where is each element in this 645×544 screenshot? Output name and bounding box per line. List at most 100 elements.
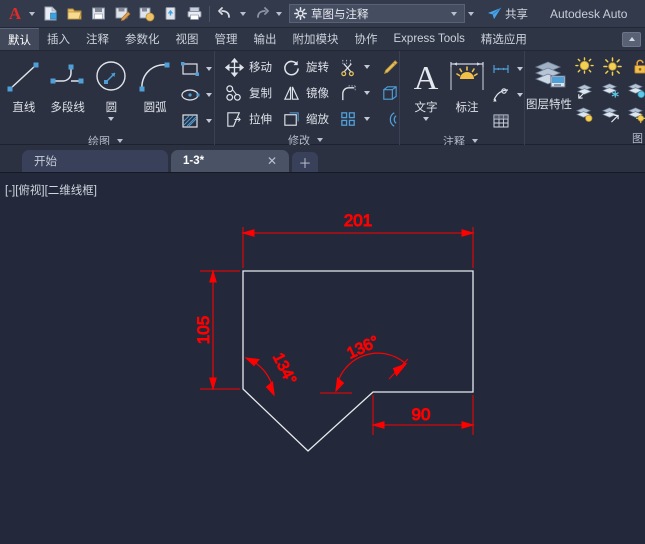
workspace-chevron-down-icon[interactable] [451, 11, 457, 16]
tab-manage[interactable]: 管理 [207, 28, 246, 50]
save-icon[interactable] [87, 3, 109, 25]
redo-chevron-down-icon[interactable] [276, 11, 282, 16]
panel-draw-chevron-down-icon[interactable] [117, 138, 123, 143]
layer-match-icon[interactable] [623, 102, 645, 126]
tool-ellipse[interactable] [177, 82, 212, 107]
drawing-canvas[interactable]: [-][俯视][二维线框] 201 105 90 134° 136° [0, 173, 645, 544]
tool-rectangle[interactable] [177, 56, 212, 81]
plot-icon[interactable] [183, 3, 205, 25]
undo-icon[interactable] [214, 3, 236, 25]
layer-isolate-icon[interactable] [571, 78, 597, 102]
rotate-icon [278, 55, 304, 79]
tool-array-chevron-down-icon[interactable] [364, 117, 370, 121]
panel-draw: 直线 多段线 圆 圆弧 绘图 [0, 51, 215, 148]
tool-fillet[interactable] [335, 81, 370, 106]
qat-overflow-chevron-icon[interactable] [468, 11, 474, 16]
tool-trim[interactable] [335, 55, 370, 80]
save-as-icon[interactable] [111, 3, 133, 25]
layer-freeze-icon[interactable] [599, 54, 625, 78]
tool-rectangle-chevron-down-icon[interactable] [206, 66, 212, 71]
panel-layers-title-row[interactable]: 图 [525, 130, 645, 145]
tool-fillet-chevron-down-icon[interactable] [364, 91, 370, 95]
tool-offset[interactable] [376, 107, 402, 132]
width-dimension[interactable]: 201 [241, 211, 475, 268]
move-icon [221, 55, 247, 79]
tool-mirror[interactable]: 镜像 [278, 81, 329, 106]
angle-dimension-left[interactable]: 134° [244, 350, 300, 397]
tool-linear-dimension-chevron-down-icon[interactable] [517, 66, 523, 71]
panel-annotation-chevron-down-icon[interactable] [472, 138, 478, 143]
new-file-icon[interactable] [39, 3, 61, 25]
stretch-icon [221, 107, 247, 131]
share-button[interactable]: 共享 [487, 6, 528, 22]
panel-modify-chevron-down-icon[interactable] [317, 137, 323, 142]
tool-hatch[interactable] [177, 108, 212, 133]
tool-line[interactable]: 直线 [2, 54, 46, 115]
close-icon[interactable]: ✕ [267, 154, 277, 168]
tool-stretch[interactable]: 拉伸 [221, 107, 272, 132]
tool-ellipse-chevron-down-icon[interactable] [206, 92, 212, 97]
tool-erase[interactable] [376, 55, 402, 80]
layer-off-icon[interactable] [623, 78, 645, 102]
tool-circle-chevron-down-icon[interactable] [108, 117, 115, 121]
cloud-sync-icon[interactable] [159, 3, 181, 25]
tool-circle[interactable]: 圆 [90, 54, 134, 121]
explode-icon [376, 81, 402, 105]
tool-rotate[interactable]: 旋转 [278, 55, 329, 80]
tool-array[interactable] [335, 107, 370, 132]
file-tab-document[interactable]: 1-3* ✕ [171, 150, 289, 172]
tool-explode[interactable] [376, 81, 402, 106]
layer-properties-icon [530, 56, 568, 98]
tool-linear-dimension[interactable] [488, 56, 523, 81]
tab-featured-apps[interactable]: 精选应用 [473, 28, 535, 50]
tab-express-tools[interactable]: Express Tools [386, 28, 473, 50]
tool-trim-chevron-down-icon[interactable] [364, 65, 370, 69]
tab-addins[interactable]: 附加模块 [285, 28, 347, 50]
autocad-logo-icon[interactable]: A [4, 3, 26, 25]
open-file-icon[interactable] [63, 3, 85, 25]
tool-arc[interactable]: 圆弧 [133, 54, 177, 115]
tool-move-label: 移动 [249, 62, 272, 74]
minimize-ribbon-button[interactable] [622, 31, 641, 47]
layer-freeze-obj-icon[interactable] [597, 78, 623, 102]
tool-polyline[interactable]: 多段线 [46, 54, 90, 115]
layer-on-icon[interactable] [571, 54, 597, 78]
tool-leader[interactable] [488, 82, 523, 107]
tool-copy[interactable]: 复制 [221, 81, 272, 106]
tab-parametric[interactable]: 参数化 [117, 28, 168, 50]
tool-copy-label: 复制 [249, 88, 272, 100]
file-tab-start[interactable]: 开始 [22, 150, 168, 172]
layer-change-icon[interactable] [597, 102, 623, 126]
tool-leader-chevron-down-icon[interactable] [517, 92, 523, 97]
redo-icon[interactable] [250, 3, 272, 25]
tool-text-chevron-down-icon[interactable] [423, 117, 429, 121]
height-dimension[interactable]: 105 [194, 269, 240, 391]
tab-collaborate[interactable]: 协作 [347, 28, 386, 50]
modify-row-1: 移动 旋转 [221, 54, 402, 80]
erase-icon [376, 55, 402, 79]
tool-move[interactable]: 移动 [221, 55, 272, 80]
app-menu-chevron-down-icon[interactable] [29, 11, 35, 16]
tab-annotate[interactable]: 注释 [78, 28, 117, 50]
tool-polyline-label: 多段线 [50, 102, 85, 114]
tool-text-label: 文字 [414, 102, 438, 114]
tool-table[interactable] [488, 108, 523, 133]
export-icon[interactable] [135, 3, 157, 25]
layer-lock-icon[interactable] [627, 54, 645, 78]
tool-text[interactable]: A 文字 [406, 54, 446, 121]
workspace-switcher[interactable]: 草图与注释 [289, 4, 465, 23]
tool-dimension[interactable]: 标注 [446, 54, 488, 115]
undo-chevron-down-icon[interactable] [240, 11, 246, 16]
tab-view[interactable]: 视图 [168, 28, 207, 50]
new-tab-plus-icon[interactable]: ＋ [292, 152, 318, 172]
tool-hatch-chevron-down-icon[interactable] [206, 118, 212, 123]
angle-dimension-left-text: 134° [269, 350, 299, 387]
tab-output[interactable]: 输出 [246, 28, 285, 50]
bottom-dimension[interactable]: 90 [371, 395, 475, 435]
tab-insert[interactable]: 插入 [39, 28, 78, 50]
angle-dimension-right[interactable]: 136° [320, 333, 409, 394]
layer-turn-on-icon[interactable] [571, 102, 597, 126]
tool-layer-properties[interactable]: 图层特性 [526, 54, 572, 111]
tool-scale[interactable]: 缩放 [278, 107, 329, 132]
tab-default[interactable]: 默认 [0, 28, 39, 50]
